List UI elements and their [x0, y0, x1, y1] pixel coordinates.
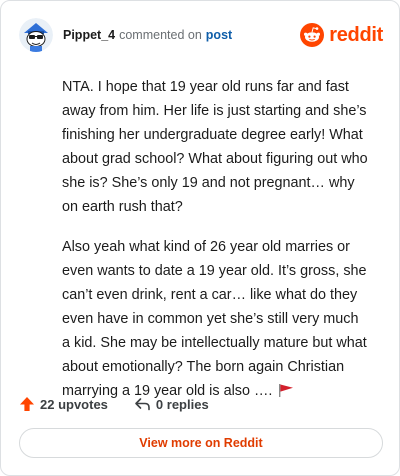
user-avatar[interactable] [19, 18, 53, 52]
comment-header: Pippet_4 commented on post reddit [19, 15, 383, 55]
reddit-brand[interactable]: reddit [300, 23, 383, 47]
comment-footer: 22 upvotes 0 replies [19, 393, 235, 415]
view-more-button[interactable]: View more on Reddit [19, 428, 383, 458]
upvote-arrow-icon [20, 397, 34, 411]
snoo-avatar-icon [19, 18, 53, 52]
comment-paragraph-2-wrap: Also yeah what kind of 26 year old marri… [62, 235, 370, 403]
brand-wordmark: reddit [329, 23, 383, 46]
username[interactable]: Pippet_4 [63, 28, 115, 42]
replies-stat[interactable]: 0 replies [134, 396, 209, 412]
comment-body: NTA. I hope that 19 year old runs far an… [62, 75, 370, 419]
comment-meta: Pippet_4 commented on post [63, 28, 232, 42]
red-flag-icon [279, 384, 294, 397]
reply-arrow-icon [135, 398, 150, 411]
reddit-logo-icon [300, 23, 325, 47]
comment-paragraph-2: Also yeah what kind of 26 year old marri… [62, 239, 367, 399]
replies-count: 0 replies [155, 396, 209, 412]
action-text: commented on [119, 28, 202, 42]
upvotes-stat[interactable]: 22 upvotes [19, 396, 108, 412]
post-link[interactable]: post [206, 28, 232, 42]
upvotes-count: 22 upvotes [40, 396, 108, 412]
embedded-comment-card: Pippet_4 commented on post reddit NTA. I… [0, 0, 400, 476]
comment-paragraph-1: NTA. I hope that 19 year old runs far an… [62, 79, 368, 215]
